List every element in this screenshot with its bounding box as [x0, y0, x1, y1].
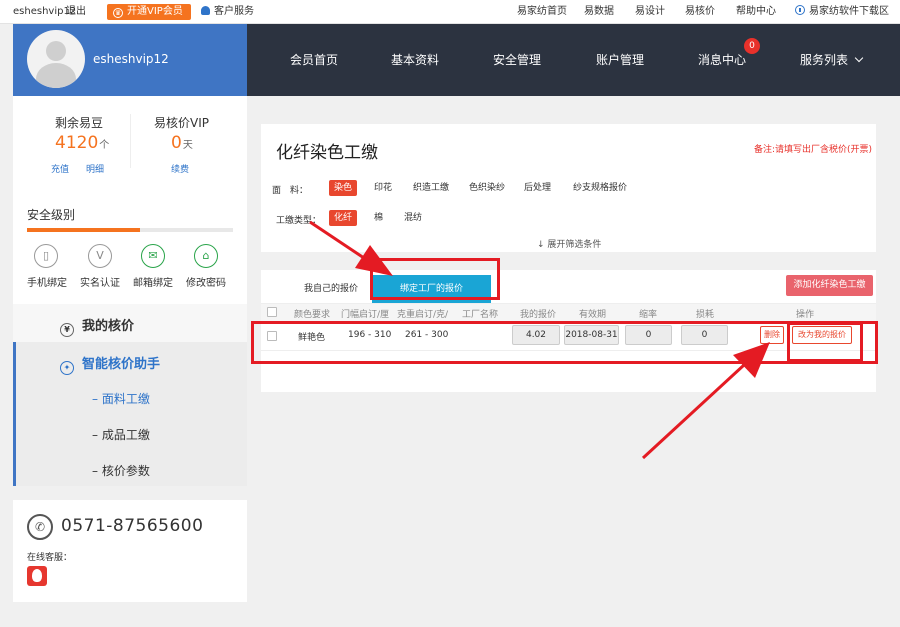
- top-link-home[interactable]: 易家纺首页: [517, 0, 567, 24]
- header-username: esheshvip12: [93, 52, 169, 66]
- renew-link[interactable]: 续费: [171, 162, 189, 175]
- avatar[interactable]: [27, 30, 85, 88]
- th-width: 门幅启订/厘: [341, 310, 390, 320]
- type-option-cotton[interactable]: 棉: [369, 210, 388, 226]
- message-badge: 0: [744, 38, 760, 54]
- change-password-label[interactable]: 修改密码: [186, 274, 226, 289]
- email-bind-icon[interactable]: ✉: [141, 244, 165, 268]
- nav-service-list[interactable]: 服务列表: [800, 24, 864, 96]
- fabric-option-yarn-spec[interactable]: 纱支规格报价: [568, 180, 632, 196]
- add-quote-button[interactable]: 添加化纤染色工缴: [786, 275, 873, 296]
- phone-bind-label[interactable]: 手机绑定: [27, 274, 67, 289]
- type-option-blend[interactable]: 混纺: [399, 210, 427, 226]
- th-valid: 有效期: [579, 310, 607, 320]
- vip-icon: ♛: [113, 8, 123, 18]
- fabric-option-finishing[interactable]: 后处理: [519, 180, 556, 196]
- note-text: 备注:请填写出厂含税价(开票): [754, 145, 873, 155]
- customer-service-link[interactable]: 客户服务: [201, 0, 254, 24]
- fabric-option-printing[interactable]: 印花: [369, 180, 397, 196]
- page-title: 化纤染色工缴: [276, 143, 378, 163]
- beans-value: 4120个: [55, 133, 110, 153]
- type-label: 工缴类型：: [276, 216, 322, 226]
- menu-smart-assistant-title[interactable]: ✦ 智能核价助手: [60, 353, 160, 375]
- lock-icon[interactable]: ⌂: [194, 244, 218, 268]
- open-vip-button[interactable]: ♛ 开通VIP会员: [107, 4, 191, 20]
- nav-messages[interactable]: 消息中心: [698, 24, 746, 96]
- fabric-option-yarn-dyed[interactable]: 色织染纱: [464, 180, 510, 196]
- customer-service-icon: [201, 6, 210, 15]
- nav-account[interactable]: 账户管理: [596, 24, 644, 96]
- download-icon: [795, 5, 805, 15]
- real-name-label[interactable]: 实名认证: [80, 274, 120, 289]
- top-link-help[interactable]: 帮助中心: [736, 0, 776, 24]
- th-actions: 操作: [796, 310, 815, 320]
- th-loss: 损耗: [696, 310, 715, 320]
- type-option-chemical-fiber[interactable]: 化纤: [329, 210, 358, 226]
- annotation-box-tab: [370, 258, 500, 300]
- fabric-option-weaving[interactable]: 织造工缴: [408, 180, 454, 196]
- th-color: 颜色要求: [294, 310, 331, 320]
- phone-icon: ✆: [27, 514, 53, 540]
- top-link-pricing[interactable]: 易核价: [685, 0, 715, 24]
- top-bar: esheshvip12 退出 ♛ 开通VIP会员 客户服务 易家纺首页 易数据 易…: [0, 0, 900, 24]
- vip-label: 易核价VIP: [154, 116, 209, 130]
- annotation-box-button: [787, 322, 863, 362]
- recharge-link[interactable]: 充值: [51, 162, 69, 175]
- beans-label: 剩余易豆: [55, 116, 104, 130]
- annotation-box-row: [251, 321, 878, 364]
- th-my-price: 我的报价: [520, 310, 557, 320]
- sidebar-menu: ¥ 我的核价 ✦ 智能核价助手 – 面料工缴 – 成品工缴 – 核价参数: [13, 304, 247, 486]
- nav-security[interactable]: 安全管理: [493, 24, 541, 96]
- phone-bind-icon[interactable]: ▯: [34, 244, 58, 268]
- online-service-label: 在线客服：: [27, 553, 73, 563]
- contact-phone: 0571-87565600: [61, 516, 204, 536]
- stats-divider: [130, 114, 131, 168]
- fabric-label: 面 料：: [272, 186, 309, 196]
- nav-basic-info[interactable]: 基本资料: [391, 24, 439, 96]
- lightbulb-icon: ✦: [60, 361, 74, 375]
- sidebar-stats: 剩余易豆 4120个 充值 明细 易核价VIP 0天 续费 安全级别 ▯ 手机绑…: [13, 96, 247, 304]
- qq-icon[interactable]: [27, 566, 47, 586]
- sub-item-product[interactable]: – 成品工缴: [92, 426, 150, 443]
- th-weight: 克重启订/克/: [397, 310, 449, 320]
- fabric-option-dyeing[interactable]: 染色: [329, 180, 358, 196]
- table-header: 颜色要求 门幅启订/厘 克重启订/克/ 工厂名称 我的报价 有效期 缩率 损耗 …: [261, 303, 876, 321]
- filter-panel: 化纤染色工缴 备注:请填写出厂含税价(开票) 面 料： 染色 印花 织造工缴 色…: [261, 124, 876, 252]
- security-level-bar: [27, 228, 233, 232]
- real-name-icon[interactable]: V: [88, 244, 112, 268]
- menu-smart-assistant: ✦ 智能核价助手 – 面料工缴 – 成品工缴 – 核价参数: [13, 342, 247, 486]
- th-factory: 工厂名称: [462, 310, 499, 320]
- detail-link[interactable]: 明细: [86, 162, 104, 175]
- main-nav: 会员首页 基本资料 安全管理 账户管理 消息中心 服务列表: [247, 24, 900, 96]
- yen-icon: ¥: [60, 323, 74, 337]
- vip-value: 0天: [171, 133, 193, 153]
- th-shrink: 缩率: [639, 310, 658, 320]
- sub-item-params[interactable]: – 核价参数: [92, 462, 150, 479]
- nav-member-home[interactable]: 会员首页: [290, 24, 338, 96]
- top-link-data[interactable]: 易数据: [584, 0, 614, 24]
- menu-my-price[interactable]: ¥ 我的核价: [13, 304, 247, 342]
- tab-own-quotes[interactable]: 我自己的报价: [281, 275, 381, 303]
- software-download-link[interactable]: 易家纺软件下载区: [795, 0, 889, 24]
- user-block: esheshvip12: [13, 24, 247, 96]
- sidebar-contact: ✆ 0571-87565600 在线客服：: [13, 500, 247, 602]
- select-all-checkbox[interactable]: [267, 307, 277, 317]
- expand-filters-link[interactable]: ↓ 展开筛选条件: [537, 237, 601, 250]
- logout-link[interactable]: 退出: [66, 0, 86, 24]
- email-bind-label[interactable]: 邮箱绑定: [133, 274, 173, 289]
- sub-item-fabric[interactable]: – 面料工缴: [92, 390, 150, 407]
- security-level-label: 安全级别: [27, 208, 76, 222]
- chevron-down-icon: [854, 53, 864, 63]
- top-link-design[interactable]: 易设计: [635, 0, 665, 24]
